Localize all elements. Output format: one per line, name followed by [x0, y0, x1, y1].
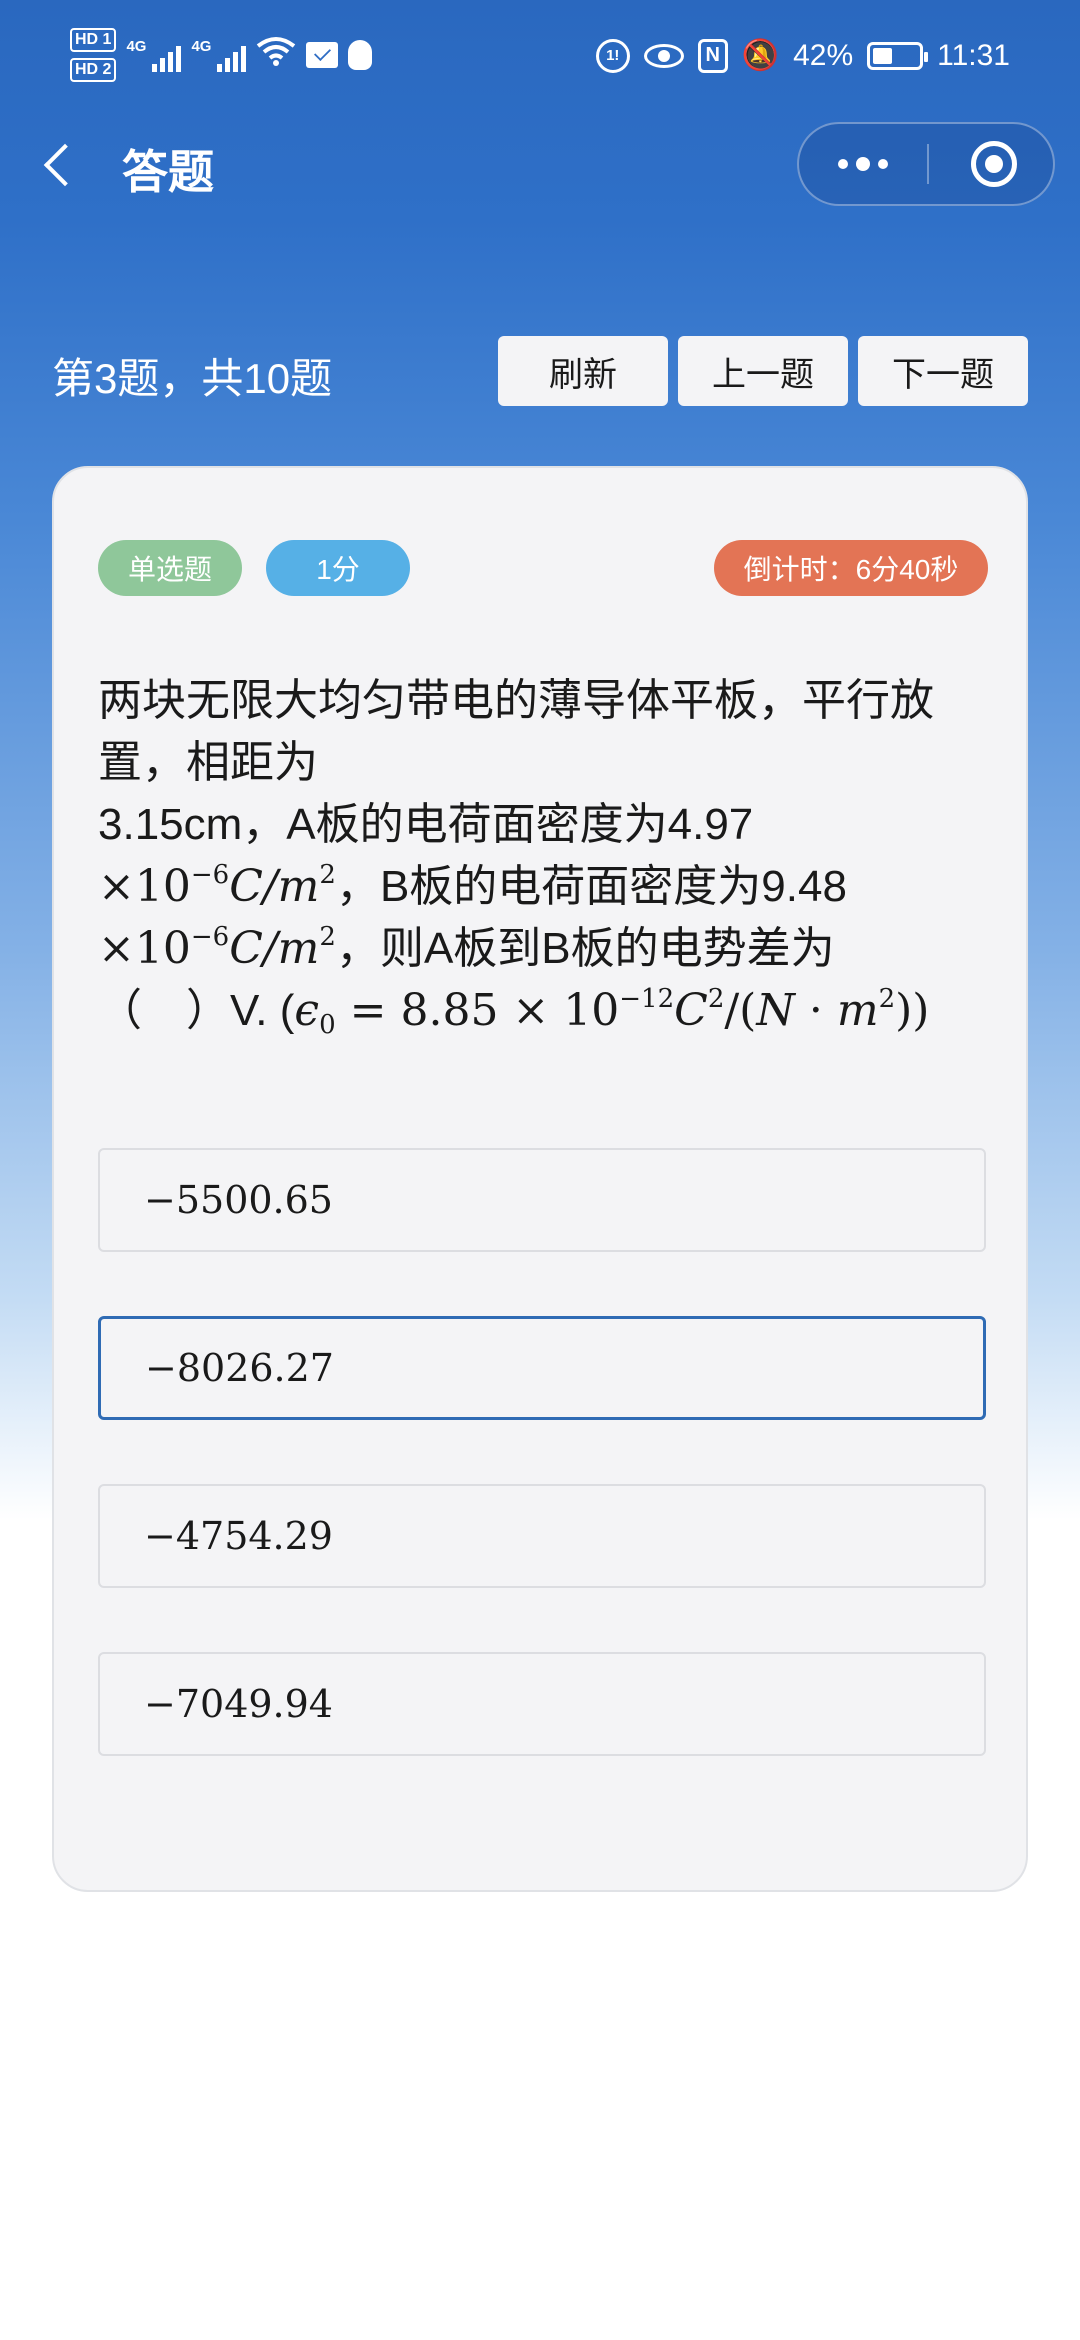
network-type-label-2: 4G — [191, 38, 212, 55]
hd1-indicator: HD 1 — [70, 28, 117, 52]
more-menu-icon[interactable] — [799, 124, 927, 204]
data-saver-icon: 1! — [595, 38, 630, 73]
page-title: 答题 — [122, 145, 214, 199]
status-bar: HD 1 HD 2 4G 4G 1! N 🔕 42% 11:31 — [0, 0, 1080, 120]
question-text: 两块无限大均匀带电的薄导体平板，平行放置，相距为 3.15cm，A板的电荷面密度… — [98, 670, 998, 1042]
question-line-4: ×10−6C/m2，则A板到B板的电势差为 — [98, 922, 835, 974]
eye-comfort-icon — [643, 43, 684, 68]
battery-icon — [867, 41, 929, 70]
signal-icon-2: 4G — [191, 38, 247, 72]
signal-icon: 4G — [126, 38, 182, 72]
close-mini-program-icon[interactable] — [971, 141, 1017, 187]
question-progress: 第3题，共10题 — [52, 355, 333, 402]
previous-question-button[interactable]: 上一题 — [678, 336, 848, 406]
nfc-icon: N — [697, 38, 728, 73]
answer-option-d[interactable]: −7049.94 — [98, 1652, 986, 1756]
mute-icon: 🔕 — [741, 39, 780, 72]
question-line-5: （ ）V. (ϵ0 = 8.85 × 10−12C2/(N · m2)) — [98, 984, 930, 1040]
battery-percent: 42% — [793, 38, 854, 72]
question-card: 单选题 1分 倒计时：6分40秒 两块无限大均匀带电的薄导体平板，平行放置，相距… — [52, 466, 1028, 1892]
next-question-button[interactable]: 下一题 — [858, 336, 1028, 406]
mini-program-capsule — [797, 122, 1055, 206]
back-arrow-icon[interactable] — [38, 140, 78, 190]
qq-icon — [348, 40, 373, 70]
refresh-button[interactable]: 刷新 — [498, 336, 668, 406]
answer-option-b[interactable]: −8026.27 — [98, 1316, 986, 1420]
question-line-2: 3.15cm，A板的电荷面密度为4.97 — [98, 800, 754, 849]
network-type-label: 4G — [126, 38, 147, 55]
status-left: HD 1 HD 2 4G 4G — [70, 28, 373, 82]
hd2-indicator: HD 2 — [70, 58, 117, 82]
question-type-badge: 单选题 — [98, 540, 242, 596]
capsule-divider — [927, 144, 929, 184]
hd-indicators: HD 1 HD 2 — [70, 28, 117, 82]
countdown-timer-badge: 倒计时：6分40秒 — [714, 540, 988, 596]
clock: 11:31 — [937, 38, 1010, 72]
wifi-icon — [256, 35, 296, 75]
score-badge: 1分 — [266, 540, 410, 596]
answer-option-c[interactable]: −4754.29 — [98, 1484, 986, 1588]
mail-icon — [306, 42, 339, 68]
question-line-3: ×10−6C/m2，B板的电荷面密度为9.48 — [98, 860, 847, 912]
status-right: 1! N 🔕 42% 11:31 — [595, 38, 1010, 73]
answer-option-a[interactable]: −5500.65 — [98, 1148, 986, 1252]
question-line-1: 两块无限大均匀带电的薄导体平板，平行放置，相距为 — [98, 676, 934, 787]
